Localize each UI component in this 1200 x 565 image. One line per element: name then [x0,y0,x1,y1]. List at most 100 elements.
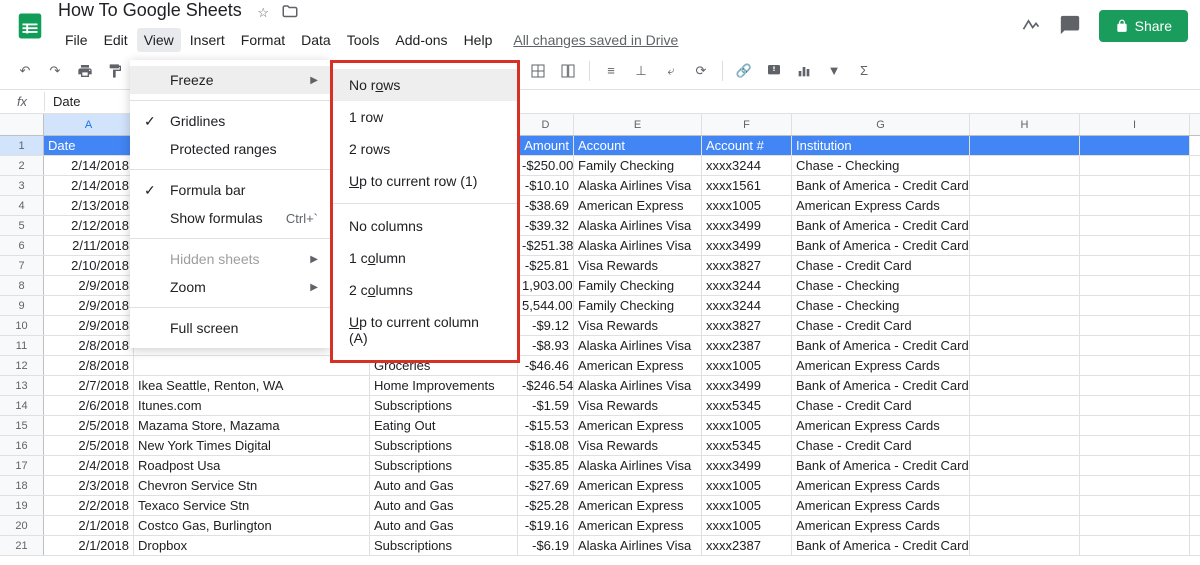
cell[interactable]: 2/5/2018 [44,416,134,435]
cell[interactable]: American Express [574,516,702,535]
cell[interactable] [970,356,1080,375]
cell[interactable]: Alaska Airlines Visa [574,216,702,235]
cell[interactable] [1080,136,1190,155]
cell[interactable]: 2/1/2018 [44,536,134,555]
cell[interactable]: 2/5/2018 [44,436,134,455]
row-number[interactable]: 1 [0,136,44,155]
cell[interactable]: 2/2/2018 [44,496,134,515]
functions-button[interactable]: Σ [851,58,877,84]
cell[interactable] [1080,496,1190,515]
row-number[interactable]: 15 [0,416,44,435]
freeze-no-columns[interactable]: No columns [333,210,517,242]
cell[interactable]: Bank of America - Credit Card [792,536,970,555]
cell[interactable] [970,216,1080,235]
col-header-G[interactable]: G [792,114,970,135]
insert-comment-button[interactable] [761,58,787,84]
cell[interactable]: xxxx3827 [702,256,792,275]
cell[interactable]: Bank of America - Credit Card [792,216,970,235]
cell[interactable]: Chase - Credit Card [792,256,970,275]
cell[interactable]: 2/9/2018 [44,316,134,335]
freeze-2-rows[interactable]: 2 rows [333,133,517,165]
cell[interactable]: -$15.53 [518,416,574,435]
cell[interactable]: Itunes.com [134,396,370,415]
row-number[interactable]: 17 [0,456,44,475]
cell[interactable]: Mazama Store, Mazama [134,416,370,435]
cell[interactable] [970,396,1080,415]
menu-help[interactable]: Help [457,28,500,52]
share-button[interactable]: Share [1099,10,1188,42]
borders-button[interactable] [525,58,551,84]
cell[interactable]: Alaska Airlines Visa [574,536,702,555]
cell[interactable]: 2/13/2018 [44,196,134,215]
col-header-F[interactable]: F [702,114,792,135]
sheets-logo-icon[interactable] [12,8,48,44]
cell[interactable]: 2/12/2018 [44,216,134,235]
cell[interactable] [970,476,1080,495]
cell[interactable]: Alaska Airlines Visa [574,236,702,255]
col-header-I[interactable]: I [1080,114,1190,135]
cell[interactable]: -$27.69 [518,476,574,495]
cell[interactable]: Subscriptions [370,396,518,415]
vertical-align-button[interactable]: ⊥ [628,58,654,84]
cell[interactable]: xxxx1561 [702,176,792,195]
cell[interactable]: 2/9/2018 [44,296,134,315]
freeze-1-row[interactable]: 1 row [333,101,517,133]
row-number[interactable]: 6 [0,236,44,255]
print-button[interactable] [72,58,98,84]
cell[interactable] [1080,236,1190,255]
cell[interactable] [1080,356,1190,375]
cell[interactable] [970,516,1080,535]
row-number[interactable]: 2 [0,156,44,175]
view-zoom[interactable]: Zoom▶ [130,273,330,301]
cell[interactable] [1080,156,1190,175]
cell[interactable] [970,376,1080,395]
cell[interactable]: Ikea Seattle, Renton, WA [134,376,370,395]
cell[interactable]: American Express [574,416,702,435]
cell[interactable] [970,316,1080,335]
cell[interactable]: 2/3/2018 [44,476,134,495]
cell[interactable]: American Express [574,476,702,495]
cell[interactable] [1080,536,1190,555]
cell[interactable]: -$9.12 [518,316,574,335]
star-icon[interactable]: ☆ [257,5,269,21]
row-number[interactable]: 14 [0,396,44,415]
save-status[interactable]: All changes saved in Drive [513,28,678,52]
cell[interactable] [970,496,1080,515]
cell[interactable] [970,296,1080,315]
cell[interactable]: 2/14/2018 [44,176,134,195]
cell[interactable]: 2/8/2018 [44,356,134,375]
view-gridlines[interactable]: ✓Gridlines [130,107,330,135]
cell[interactable] [970,436,1080,455]
view-show-formulas[interactable]: Show formulasCtrl+` [130,204,330,232]
cell[interactable]: xxxx1005 [702,476,792,495]
cell[interactable] [970,136,1080,155]
cell[interactable] [1080,196,1190,215]
row-number[interactable]: 13 [0,376,44,395]
cell[interactable] [970,336,1080,355]
row-number[interactable]: 19 [0,496,44,515]
cell[interactable]: Chase - Credit Card [792,396,970,415]
cell[interactable]: 2/6/2018 [44,396,134,415]
cell[interactable] [1080,336,1190,355]
cell[interactable] [1080,516,1190,535]
freeze-2-columns[interactable]: 2 columns [333,274,517,306]
row-number[interactable]: 18 [0,476,44,495]
cell[interactable]: Auto and Gas [370,516,518,535]
cell[interactable]: 2/7/2018 [44,376,134,395]
view-protected-ranges[interactable]: Protected ranges [130,135,330,163]
activity-icon[interactable] [1021,15,1041,38]
cell[interactable] [970,256,1080,275]
cell[interactable]: 2/4/2018 [44,456,134,475]
cell[interactable]: Visa Rewards [574,436,702,455]
row-number[interactable]: 12 [0,356,44,375]
cell[interactable]: -$6.19 [518,536,574,555]
cell[interactable] [1080,296,1190,315]
cell[interactable]: Chase - Credit Card [792,316,970,335]
cell[interactable]: Home Improvements [370,376,518,395]
cell[interactable]: Eating Out [370,416,518,435]
menu-edit[interactable]: Edit [97,28,135,52]
cell[interactable]: xxxx1005 [702,356,792,375]
cell[interactable] [1080,276,1190,295]
cell[interactable]: Auto and Gas [370,476,518,495]
undo-button[interactable]: ↶ [12,58,38,84]
